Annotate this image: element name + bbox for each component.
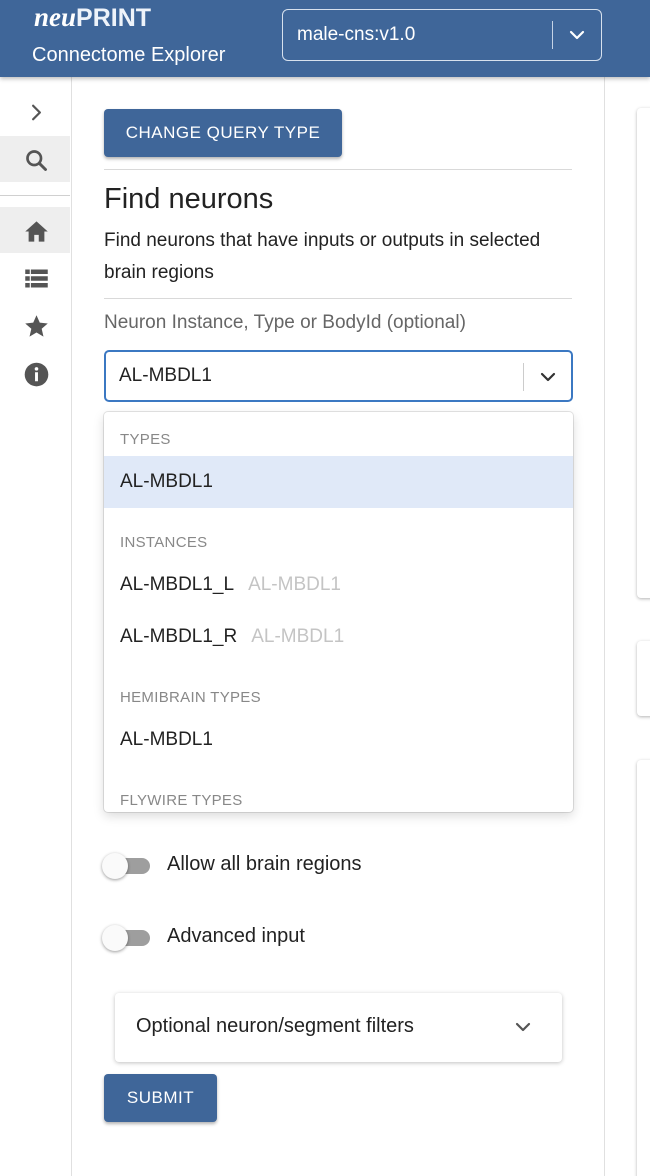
neuprint-logo[interactable]: neuPRINT xyxy=(34,2,151,33)
dataset-select[interactable]: male-cns:v1.0 xyxy=(282,9,602,61)
toggle-knob xyxy=(102,925,128,951)
expand-more-icon xyxy=(515,1022,531,1032)
chevron-down-icon[interactable] xyxy=(538,367,558,387)
sidebar-divider xyxy=(0,195,70,196)
group-label-types: TYPES xyxy=(120,431,171,448)
group-label-flywire-types: FLYWIRE TYPES xyxy=(120,792,243,809)
info-icon xyxy=(24,362,49,387)
sidebar-item-home[interactable] xyxy=(0,207,70,253)
app-header: neuPRINT Connectome Explorer male-cns:v1… xyxy=(0,0,650,77)
option-label: AL-MBDL1 xyxy=(120,471,213,492)
search-icon xyxy=(26,150,47,171)
sidebar-item-about[interactable] xyxy=(0,350,70,396)
neuron-select[interactable]: AL-MBDL1 xyxy=(104,350,573,402)
advanced-input-label: Advanced input xyxy=(167,925,305,947)
allow-all-regions-toggle[interactable] xyxy=(102,850,152,880)
sidebar-expand-button[interactable] xyxy=(0,88,70,134)
neuron-select-separator xyxy=(523,363,524,391)
option-item[interactable]: AL-MBDL1 xyxy=(104,714,573,766)
dataset-value: male-cns:v1.0 xyxy=(297,24,416,45)
sidebar xyxy=(0,77,72,1176)
option-item[interactable]: AL-MBDL1 xyxy=(104,456,573,508)
advanced-input-toggle[interactable] xyxy=(102,922,152,952)
home-icon xyxy=(25,221,48,242)
option-label: AL-MBDL1_R xyxy=(120,626,238,647)
option-item[interactable]: AL-MBDL1_L AL-MBDL1 xyxy=(104,559,573,611)
results-card xyxy=(637,641,650,716)
group-label-instances: INSTANCES xyxy=(120,534,208,551)
option-label: AL-MBDL1 xyxy=(120,729,213,750)
neuron-dropdown-menu: TYPES AL-MBDL1 INSTANCES AL-MBDL1_L AL-MB… xyxy=(104,412,573,812)
option-text-wrap: AL-MBDL1_R AL-MBDL1 xyxy=(120,626,344,648)
logo-neu: neu xyxy=(34,2,77,32)
option-type-hint: AL-MBDL1 xyxy=(248,574,341,595)
option-label: AL-MBDL1_L xyxy=(120,574,235,595)
allow-all-regions-label: Allow all brain regions xyxy=(167,853,362,875)
submit-button[interactable]: SUBMIT xyxy=(104,1074,217,1122)
sidebar-item-favorites[interactable] xyxy=(0,302,70,348)
page-description: Find neurons that have inputs or outputs… xyxy=(104,230,541,283)
page-title: Find neurons xyxy=(104,183,274,215)
neuron-select-value: AL-MBDL1 xyxy=(119,365,212,386)
dataset-separator xyxy=(552,21,553,49)
optional-filters-accordion[interactable]: Optional neuron/segment filters xyxy=(115,993,562,1062)
logo-print: PRINT xyxy=(76,4,152,32)
option-type-hint: AL-MBDL1 xyxy=(251,626,345,647)
change-query-type-button[interactable]: CHANGE QUERY TYPE xyxy=(104,109,342,157)
group-label-hemibrain-types: HEMIBRAIN TYPES xyxy=(120,689,261,706)
sidebar-item-search[interactable] xyxy=(0,136,70,182)
star-icon xyxy=(25,315,48,337)
list-icon xyxy=(25,269,48,288)
divider xyxy=(104,298,572,299)
option-item[interactable]: AL-MBDL1_R AL-MBDL1 xyxy=(104,611,573,663)
results-card xyxy=(637,760,650,1176)
toggle-knob xyxy=(102,853,128,879)
results-card xyxy=(637,108,650,598)
neuron-field-label: Neuron Instance, Type or BodyId (optiona… xyxy=(104,312,466,333)
chevron-right-icon xyxy=(32,104,41,121)
option-text-wrap: AL-MBDL1_L AL-MBDL1 xyxy=(120,574,341,596)
divider xyxy=(104,169,572,170)
app-subtitle: Connectome Explorer xyxy=(32,44,226,66)
chevron-down-icon[interactable] xyxy=(567,25,587,45)
sidebar-item-results[interactable] xyxy=(0,254,70,300)
optional-filters-label: Optional neuron/segment filters xyxy=(136,1015,414,1037)
